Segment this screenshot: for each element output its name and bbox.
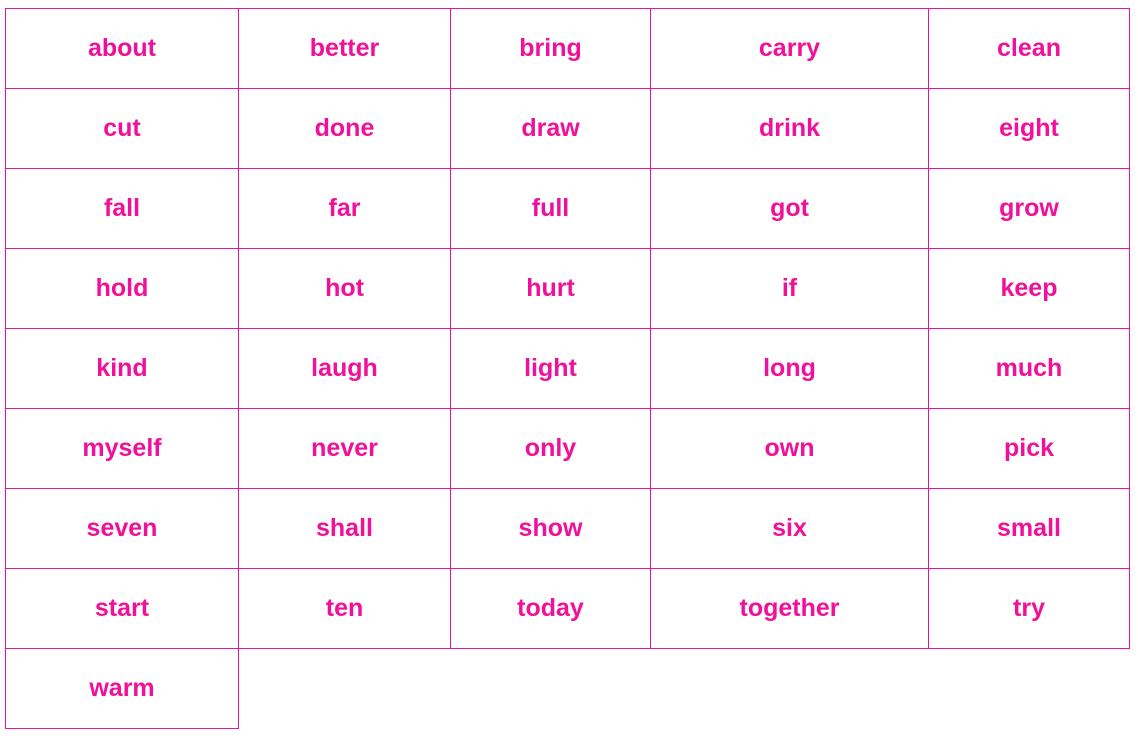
word-cell: laugh xyxy=(238,328,451,409)
word-cell: pick xyxy=(928,408,1130,489)
word-table: about better bring carry clean cut done draw dri… xyxy=(5,8,1130,729)
word-cell: draw xyxy=(450,88,651,169)
word-cell: kind xyxy=(5,328,239,409)
empty-cell xyxy=(650,648,929,729)
word-cell: warm xyxy=(5,648,239,729)
word-cell: small xyxy=(928,488,1130,569)
word-row: seven shall show six small xyxy=(5,488,1130,569)
word-row: fall far full got grow xyxy=(5,168,1130,249)
word-row: warm xyxy=(5,648,1130,729)
word-cell: hurt xyxy=(450,248,651,329)
word-cell: myself xyxy=(5,408,239,489)
word-cell: keep xyxy=(928,248,1130,329)
empty-cell xyxy=(238,648,451,729)
word-cell: carry xyxy=(650,8,929,89)
word-cell: only xyxy=(450,408,651,489)
word-cell: drink xyxy=(650,88,929,169)
word-cell: clean xyxy=(928,8,1130,89)
word-cell: much xyxy=(928,328,1130,409)
word-row: cut done draw drink eight xyxy=(5,88,1130,169)
word-cell: show xyxy=(450,488,651,569)
word-cell: together xyxy=(650,568,929,649)
word-cell: hot xyxy=(238,248,451,329)
word-cell: hold xyxy=(5,248,239,329)
word-row: about better bring carry clean xyxy=(5,8,1130,89)
word-cell: bring xyxy=(450,8,651,89)
word-cell: fall xyxy=(5,168,239,249)
word-cell: seven xyxy=(5,488,239,569)
word-cell: light xyxy=(450,328,651,409)
word-cell: full xyxy=(450,168,651,249)
word-cell: ten xyxy=(238,568,451,649)
word-cell: today xyxy=(450,568,651,649)
word-row: hold hot hurt if keep xyxy=(5,248,1130,329)
word-cell: if xyxy=(650,248,929,329)
word-cell: far xyxy=(238,168,451,249)
word-cell: eight xyxy=(928,88,1130,169)
empty-cell xyxy=(450,648,651,729)
word-table-body: about better bring carry clean cut done draw dri… xyxy=(5,8,1130,729)
word-cell: long xyxy=(650,328,929,409)
word-row: myself never only own pick xyxy=(5,408,1130,489)
word-row: kind laugh light long much xyxy=(5,328,1130,409)
word-cell: shall xyxy=(238,488,451,569)
word-cell: better xyxy=(238,8,451,89)
word-cell: grow xyxy=(928,168,1130,249)
word-cell: six xyxy=(650,488,929,569)
word-row: start ten today together try xyxy=(5,568,1130,649)
word-cell: got xyxy=(650,168,929,249)
word-cell: done xyxy=(238,88,451,169)
word-cell: cut xyxy=(5,88,239,169)
empty-cell xyxy=(928,648,1130,729)
word-cell: start xyxy=(5,568,239,649)
word-cell: never xyxy=(238,408,451,489)
word-cell: about xyxy=(5,8,239,89)
word-cell: try xyxy=(928,568,1130,649)
word-cell: own xyxy=(650,408,929,489)
